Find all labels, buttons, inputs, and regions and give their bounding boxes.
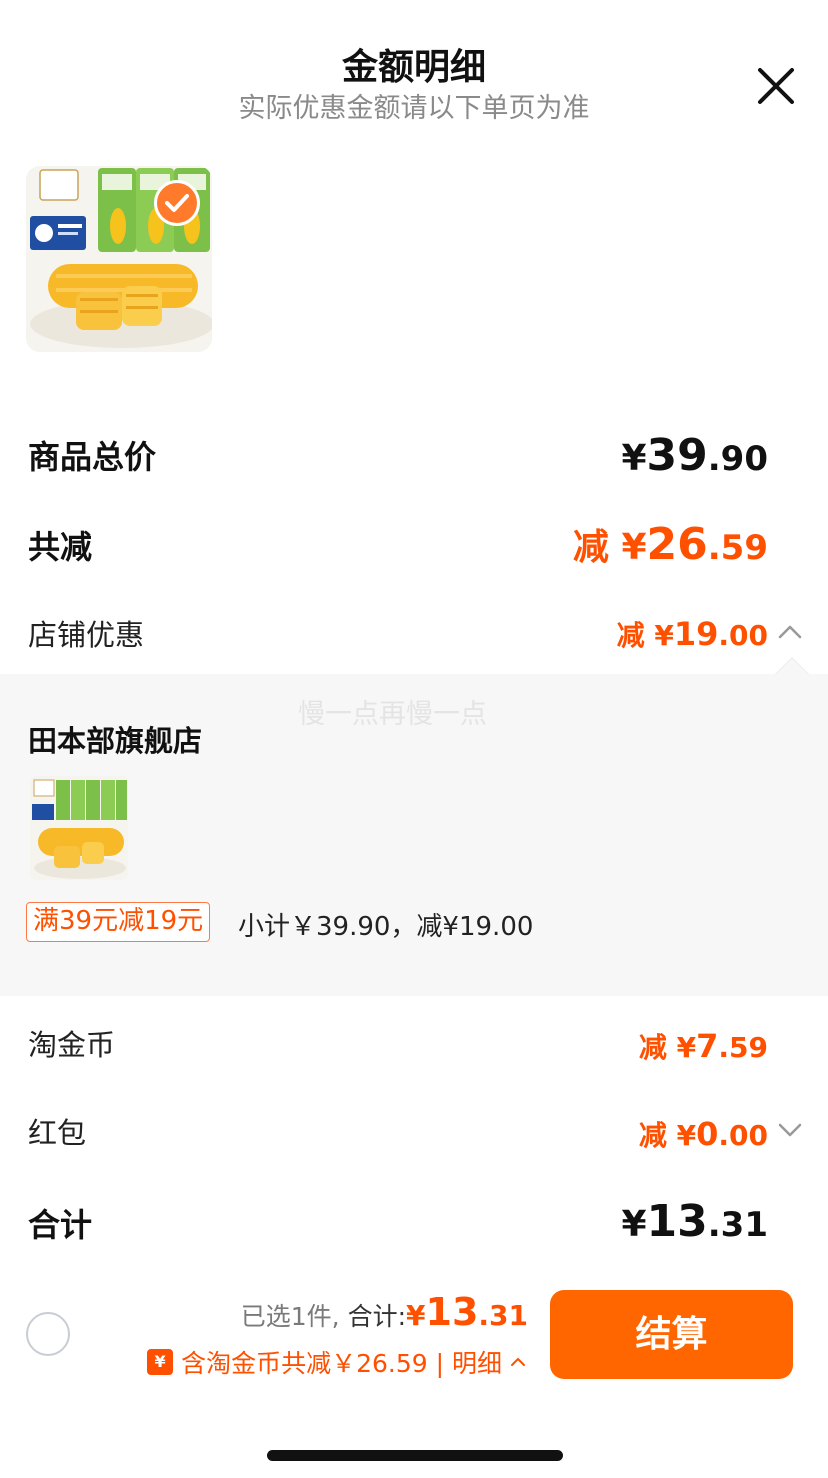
checkmark-icon[interactable]	[154, 180, 200, 226]
coins-row: 淘金币 减 ¥7.59	[0, 1020, 828, 1070]
goods-total-value: ¥39.90	[621, 430, 768, 481]
total-discount-label: 共减	[28, 528, 93, 566]
goods-total-row: 商品总价 ¥39.90	[0, 430, 828, 490]
home-indicator	[267, 1450, 563, 1461]
store-discount-label: 店铺优惠	[28, 618, 145, 652]
header: 金额明细 实际优惠金额请以下单页为准	[0, 0, 828, 130]
total-value: ¥13.31	[621, 1196, 768, 1247]
promo-tag: 满39元减19元	[26, 902, 211, 942]
small-product-image	[30, 776, 128, 880]
total-label: 合计	[28, 1206, 93, 1244]
red-packet-value: 减 ¥0.00	[638, 1115, 768, 1153]
chevron-down-icon[interactable]	[776, 1116, 804, 1144]
coins-label: 淘金币	[28, 1028, 116, 1062]
coin-discount-text: 含淘金币共减￥26.59 | 明细	[181, 1349, 502, 1378]
coin-icon: ¥	[147, 1349, 174, 1375]
coin-discount-detail[interactable]: ¥ 含淘金币共减￥26.59 | 明细	[147, 1344, 528, 1380]
chevron-up-icon[interactable]	[776, 618, 804, 646]
coins-value: 减 ¥7.59	[638, 1027, 768, 1065]
store-discount-row[interactable]: 店铺优惠 减 ¥19.00	[0, 610, 828, 660]
total-discount-row: 共减 减 ¥26.59	[0, 518, 828, 578]
promo-detail: 小计￥39.90，减¥19.00	[238, 912, 534, 942]
select-all-radio[interactable]	[26, 1312, 70, 1356]
watermark-text: 慢一点再慢一点	[298, 699, 487, 730]
chevron-up-small-icon	[511, 1358, 525, 1366]
red-packet-label: 红包	[28, 1116, 87, 1150]
red-packet-row[interactable]: 红包 减 ¥0.00	[0, 1108, 828, 1158]
close-icon[interactable]	[752, 62, 800, 110]
checkout-button[interactable]: 结算	[550, 1290, 793, 1379]
page-title: 金额明细	[341, 47, 486, 88]
page-subtitle: 实际优惠金额请以下单页为准	[238, 93, 590, 124]
total-row: 合计 ¥13.31	[0, 1196, 828, 1256]
shop-name: 田本部旗舰店	[28, 724, 203, 758]
goods-total-label: 商品总价	[28, 438, 157, 476]
selected-summary: 已选1件, 合计:¥13.31	[240, 1290, 528, 1334]
total-discount-value: 减 ¥26.59	[572, 519, 768, 570]
store-discount-value: 减 ¥19.00	[616, 615, 768, 653]
